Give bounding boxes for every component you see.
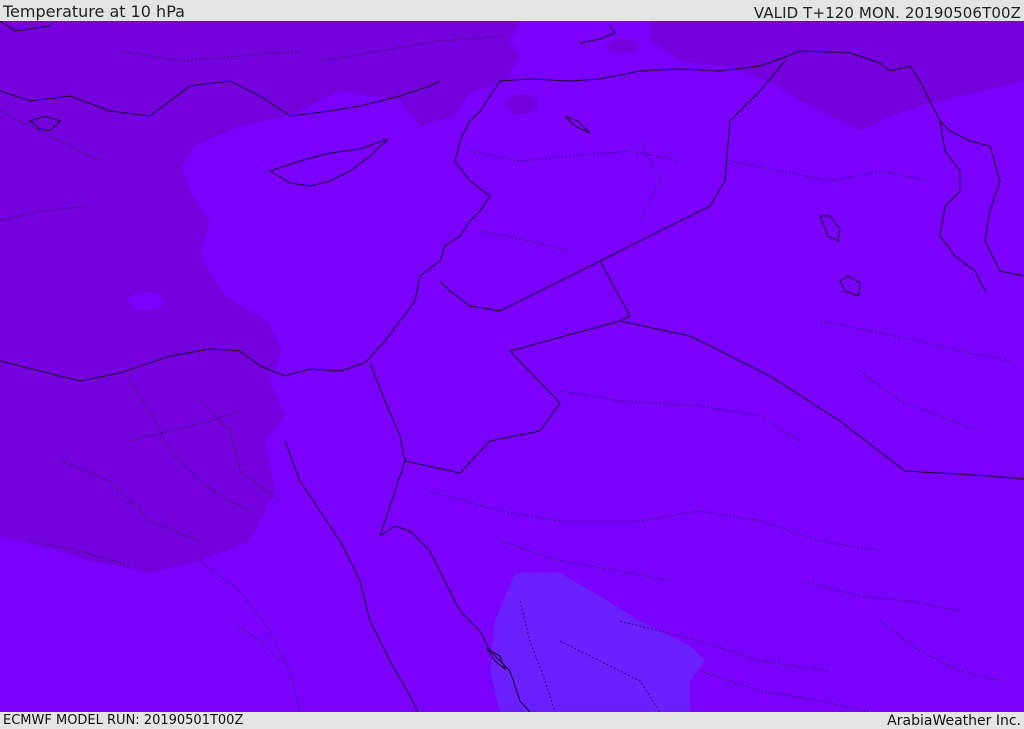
map-title: Temperature at 10 hPa (3, 2, 185, 21)
model-run-label: ECMWF MODEL RUN: 20190501T00Z (3, 713, 244, 728)
brand-label: ArabiaWeather Inc. (887, 713, 1021, 729)
footer-bar: ECMWF MODEL RUN: 20190501T00Z ArabiaWeat… (0, 712, 1024, 729)
valid-time: VALID T+120 MON. 20190506T00Z (753, 4, 1021, 22)
temperature-map[interactable] (0, 21, 1024, 712)
title-bar: Temperature at 10 hPa VALID T+120 MON. 2… (0, 0, 1024, 22)
map-canvas (0, 21, 1024, 712)
temperature-cell-small (129, 292, 163, 310)
temperature-cell-north (606, 39, 638, 53)
temperature-cell-north2 (506, 94, 538, 114)
